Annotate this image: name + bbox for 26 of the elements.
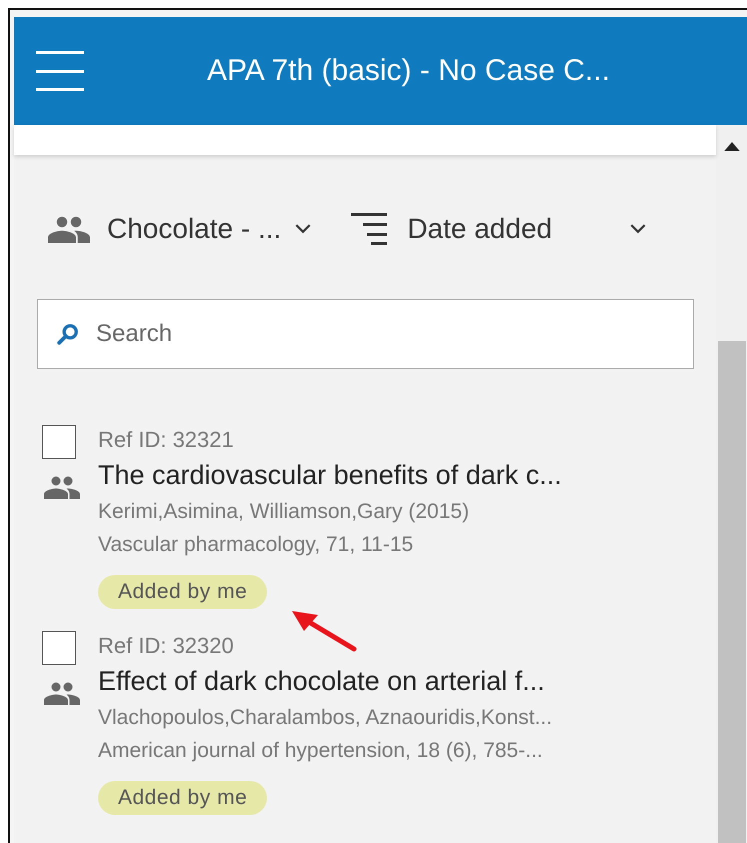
- tag-badge: Added by me: [98, 575, 268, 609]
- sort-dropdown[interactable]: Date added: [351, 211, 646, 247]
- people-icon: [44, 475, 80, 499]
- collection-dropdown[interactable]: Chocolate - ...: [48, 213, 312, 245]
- checkbox[interactable]: [42, 631, 76, 665]
- caret-icon: [295, 224, 312, 234]
- reference-source: American journal of hypertension, 18 (6), 785-...: [98, 738, 543, 764]
- reference-source: Vascular pharmacology, 71, 11-15: [98, 532, 414, 558]
- caret-icon: [630, 224, 646, 234]
- scrollbar[interactable]: [716, 125, 747, 843]
- people-icon: [48, 215, 90, 243]
- search-icon: [57, 323, 79, 345]
- reference-authors: Vlachopoulos,Charalambos, Aznaouridis,Konst...: [98, 705, 552, 731]
- checkbox[interactable]: [42, 425, 76, 459]
- people-icon: [44, 681, 80, 705]
- ref-id: Ref ID: 32321: [98, 426, 234, 454]
- menu-icon[interactable]: [36, 51, 84, 91]
- search-field[interactable]: Search: [37, 299, 694, 369]
- reference-title[interactable]: The cardiovascular benefits of dark c...: [98, 455, 562, 495]
- tag-badge: Added by me: [98, 781, 268, 815]
- reference-authors: Kerimi,Asimina, Williamson,Gary (2015): [98, 499, 470, 525]
- reference-title[interactable]: Effect of dark chocolate on arterial f...: [98, 661, 545, 701]
- scroll-up-icon: [724, 142, 740, 151]
- sort-icon: [351, 211, 388, 247]
- ref-id: Ref ID: 32320: [98, 632, 234, 660]
- window-title: APA 7th (basic) - No Case C...: [207, 54, 610, 88]
